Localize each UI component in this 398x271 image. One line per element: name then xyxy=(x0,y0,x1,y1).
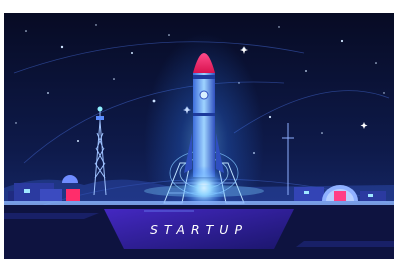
scene-svg: STARTUP xyxy=(4,13,394,259)
ground-light xyxy=(144,185,264,197)
rocket-window xyxy=(199,90,209,100)
startup-illustration: STARTUP xyxy=(4,13,394,259)
horizon-line xyxy=(4,201,394,205)
startup-caption: STARTUP xyxy=(150,222,248,237)
tower-light-icon xyxy=(97,106,103,112)
right-strip xyxy=(296,241,394,247)
left-strip xyxy=(4,213,99,219)
tower-platform xyxy=(96,116,104,120)
